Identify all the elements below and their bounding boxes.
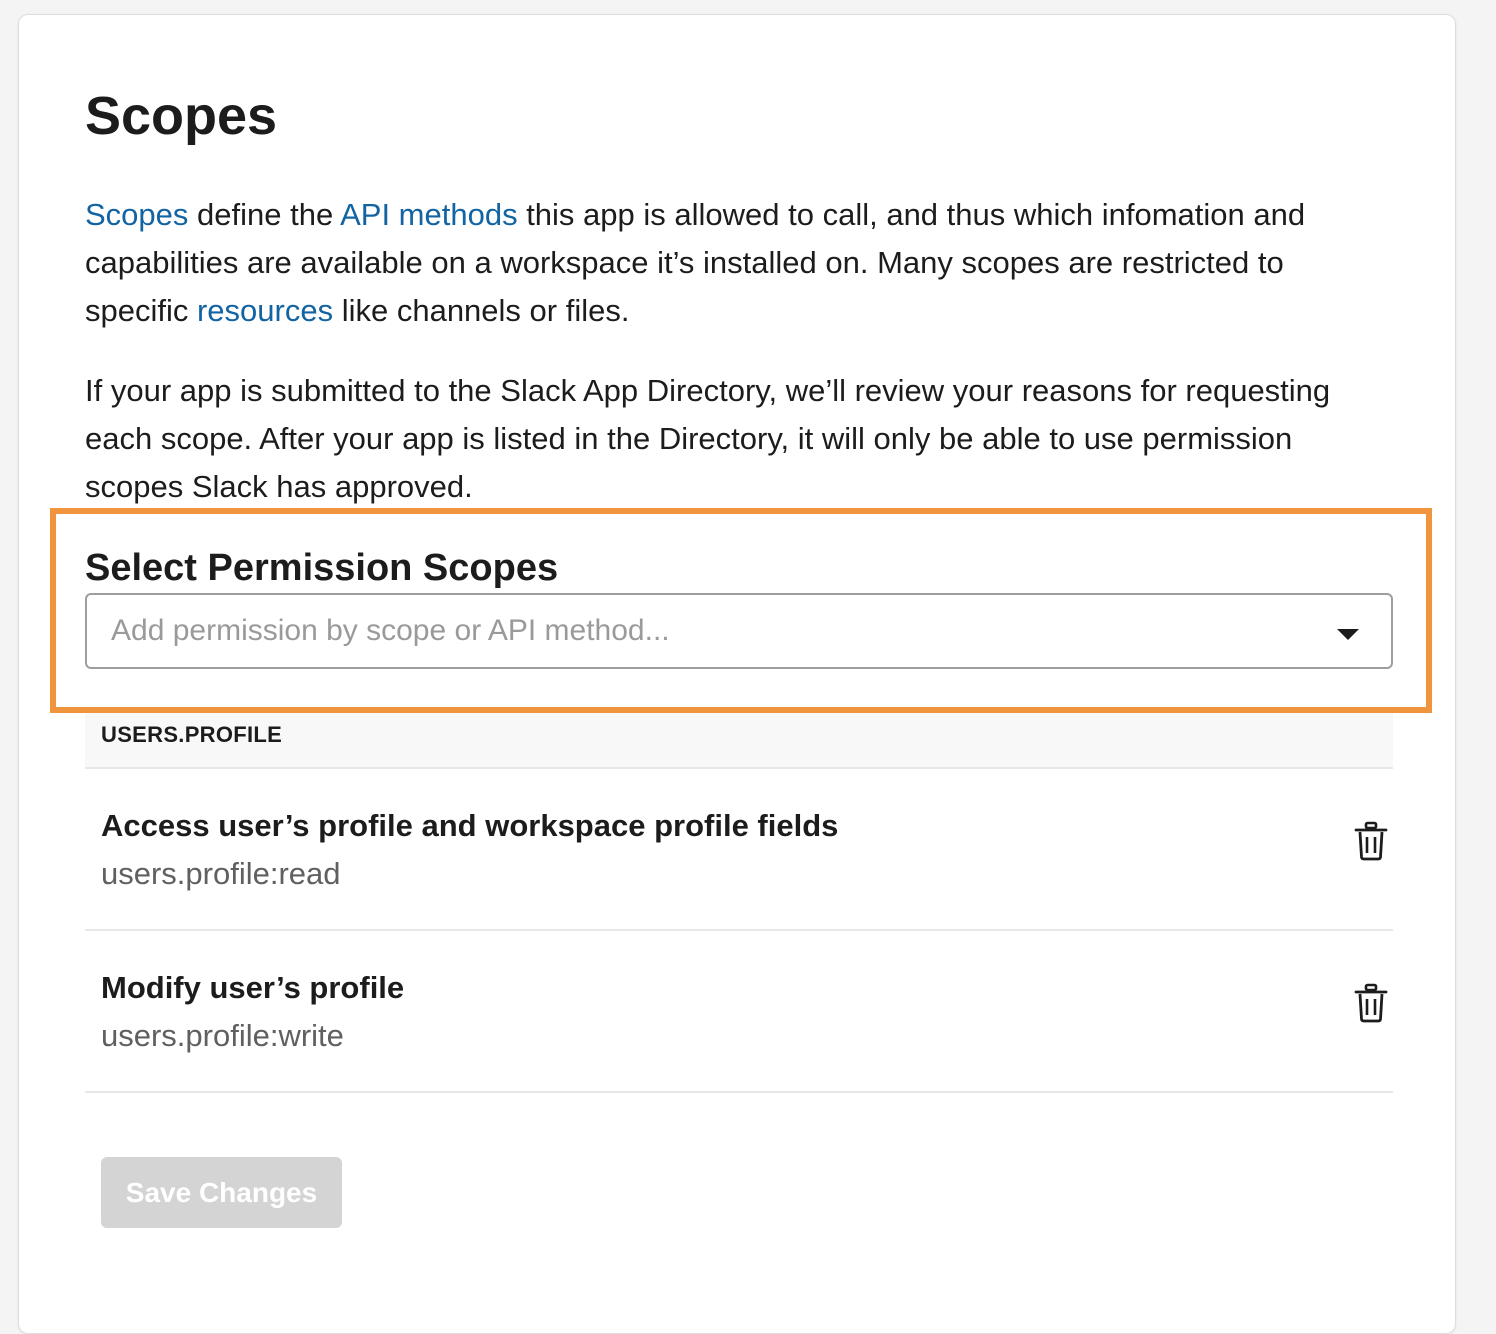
permission-scope-select[interactable]: Add permission by scope or API method... — [85, 593, 1393, 669]
scope-group-label: USERS.PROFILE — [101, 722, 283, 747]
select-permission-heading: Select Permission Scopes — [85, 547, 559, 589]
scope-id: users.profile:read — [101, 856, 341, 891]
scope-title: Access user’s profile and workspace prof… — [101, 808, 839, 843]
trash-icon[interactable] — [1353, 983, 1389, 1023]
description-text-3: like channels or files. — [333, 293, 630, 328]
scope-title: Modify user’s profile — [101, 970, 405, 1005]
scope-row: Access user’s profile and workspace prof… — [85, 769, 1393, 931]
scope-id: users.profile:write — [101, 1018, 344, 1053]
scope-row: Modify user’s profile users.profile:writ… — [85, 931, 1393, 1093]
scope-group-header: USERS.PROFILE — [85, 713, 1393, 769]
scopes-link[interactable]: Scopes — [85, 197, 188, 232]
scopes-description: Scopes define the API methods this app i… — [85, 191, 1385, 335]
save-changes-button[interactable]: Save Changes — [101, 1157, 342, 1228]
trash-icon[interactable] — [1353, 821, 1389, 861]
resources-link[interactable]: resources — [197, 293, 333, 328]
description-text-1: define the — [188, 197, 341, 232]
page-title: Scopes — [85, 86, 278, 146]
review-note: If your app is submitted to the Slack Ap… — [85, 373, 1331, 504]
select-placeholder: Add permission by scope or API method... — [111, 614, 670, 647]
api-methods-link[interactable]: API methods — [340, 197, 517, 232]
scopes-card: Scopes Scopes define the API methods thi… — [18, 14, 1456, 1334]
chevron-down-icon[interactable] — [1337, 629, 1359, 640]
